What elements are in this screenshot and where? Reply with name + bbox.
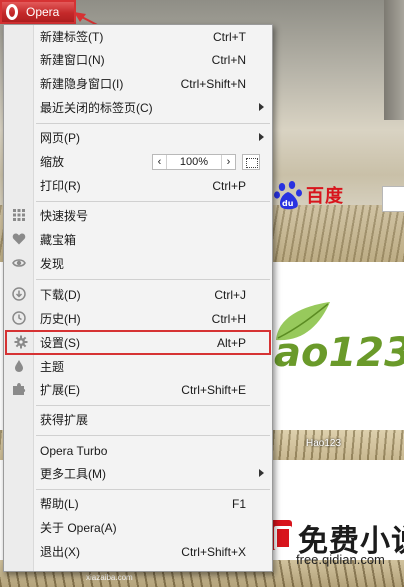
menu-item-new-window[interactable]: 新建窗口(N) Ctrl+N	[4, 48, 272, 71]
menu-separator	[36, 123, 270, 124]
watermark-subtext: xiazaiba.com	[86, 573, 133, 582]
themes-label: 主题	[40, 360, 65, 374]
heart-icon	[12, 233, 26, 245]
baidu-search-input[interactable]	[382, 186, 404, 212]
fullscreen-icon[interactable]	[242, 154, 260, 170]
history-label: 历史(H)	[40, 312, 81, 326]
menu-separator	[36, 405, 270, 406]
discover-label: 发现	[40, 257, 65, 271]
speed-dial-label: 快速拨号	[40, 209, 89, 223]
hao123-caption: Hao123	[306, 438, 342, 449]
settings-label: 设置(S)	[40, 336, 80, 350]
stash-label: 藏宝箱	[40, 233, 77, 247]
paw-icon: du	[274, 181, 302, 210]
watermark-url: free.qidian.com	[296, 552, 385, 567]
clock-icon	[12, 311, 26, 325]
puzzle-icon	[13, 383, 26, 395]
help-shortcut: F1	[231, 496, 246, 511]
menu-separator	[36, 435, 270, 436]
hao123-logo-text: ao123	[274, 330, 404, 376]
submenu-arrow-icon	[259, 103, 264, 111]
menu-separator	[36, 279, 270, 280]
window-frame	[384, 0, 404, 120]
menu-item-discover[interactable]: 发现	[4, 252, 272, 275]
watermark: 免费小说 free.qidian.com	[262, 512, 404, 572]
new-window-label: 新建窗口(N)	[40, 53, 105, 67]
menu-item-history[interactable]: 历史(H) Ctrl+H	[4, 307, 272, 330]
more-tools-label: 更多工具(M)	[40, 467, 106, 481]
menu-item-about[interactable]: 关于 Opera(A)	[4, 516, 272, 539]
history-shortcut: Ctrl+H	[211, 311, 246, 326]
new-window-shortcut: Ctrl+N	[211, 52, 246, 67]
zoom-level: 100%	[179, 156, 209, 168]
baidu-logo[interactable]: du 百度	[272, 180, 344, 210]
extensions-shortcut: Ctrl+Shift+E	[181, 382, 246, 397]
download-icon	[12, 287, 26, 301]
extensions-label: 扩展(E)	[40, 383, 80, 397]
menu-separator	[36, 489, 270, 490]
menu-item-get-extensions[interactable]: 获得扩展	[4, 408, 272, 431]
menu-item-zoom: 缩放 ‹ 100% ›	[4, 150, 272, 173]
baidu-du-text: du	[282, 199, 294, 208]
menu-item-extensions[interactable]: 扩展(E) Ctrl+Shift+E	[4, 378, 272, 401]
new-tab-label: 新建标签(T)	[40, 30, 104, 44]
menu-item-new-tab[interactable]: 新建标签(T) Ctrl+T	[4, 25, 272, 48]
exit-label: 退出(X)	[40, 545, 80, 559]
print-shortcut: Ctrl+P	[212, 178, 246, 193]
settings-shortcut: Alt+P	[216, 335, 246, 350]
new-private-window-label: 新建隐身窗口(I)	[40, 77, 124, 91]
menu-item-new-private-window[interactable]: 新建隐身窗口(I) Ctrl+Shift+N	[4, 72, 272, 95]
page-label: 网页(P)	[40, 131, 80, 145]
get-extensions-label: 获得扩展	[40, 413, 89, 427]
grid-icon	[13, 209, 25, 221]
menu-item-stash[interactable]: 藏宝箱	[4, 228, 272, 251]
menu-item-print[interactable]: 打印(R) Ctrl+P	[4, 174, 272, 197]
menu-item-recently-closed[interactable]: 最近关闭的标签页(C)	[4, 96, 272, 119]
menu-separator	[36, 201, 270, 202]
menu-item-settings[interactable]: 设置(S) Alt+P	[5, 330, 271, 355]
new-tab-shortcut: Ctrl+T	[213, 29, 246, 44]
zoom-out-button[interactable]: ‹	[153, 155, 167, 169]
help-label: 帮助(L)	[40, 497, 79, 511]
opera-menu-button[interactable]: Opera	[0, 0, 76, 24]
gear-icon	[14, 335, 28, 349]
menu-item-exit[interactable]: 退出(X) Ctrl+Shift+X	[4, 540, 272, 563]
menu-item-help[interactable]: 帮助(L) F1	[4, 492, 272, 515]
exit-shortcut: Ctrl+Shift+X	[181, 544, 246, 559]
eye-icon	[12, 259, 26, 267]
menu-item-speed-dial[interactable]: 快速拨号	[4, 204, 272, 227]
baidu-label: 百度	[306, 186, 344, 207]
downloads-shortcut: Ctrl+J	[214, 287, 246, 302]
menu-item-downloads[interactable]: 下载(D) Ctrl+J	[4, 283, 272, 306]
drop-icon	[15, 360, 23, 372]
print-label: 打印(R)	[40, 179, 81, 193]
opera-menu-label: Opera	[26, 5, 60, 19]
menu-item-page[interactable]: 网页(P)	[4, 126, 272, 149]
zoom-label: 缩放	[40, 155, 65, 169]
hao123-logo[interactable]: ao123	[268, 300, 404, 380]
opera-turbo-label: Opera Turbo	[40, 443, 108, 458]
downloads-label: 下载(D)	[40, 288, 81, 302]
menu-item-themes[interactable]: 主题	[4, 355, 272, 378]
opera-main-menu: 新建标签(T) Ctrl+T 新建窗口(N) Ctrl+N 新建隐身窗口(I) …	[3, 24, 273, 572]
opera-logo-icon	[6, 4, 18, 20]
zoom-in-button[interactable]: ›	[221, 155, 235, 169]
new-private-window-shortcut: Ctrl+Shift+N	[180, 76, 246, 91]
about-label: 关于 Opera(A)	[40, 521, 117, 535]
submenu-arrow-icon	[259, 133, 264, 141]
recently-closed-label: 最近关闭的标签页(C)	[40, 101, 153, 115]
menu-item-opera-turbo[interactable]: Opera Turbo	[4, 439, 272, 462]
menu-item-more-tools[interactable]: 更多工具(M)	[4, 462, 272, 485]
zoom-control: ‹ 100% ›	[152, 154, 236, 170]
submenu-arrow-icon	[259, 469, 264, 477]
